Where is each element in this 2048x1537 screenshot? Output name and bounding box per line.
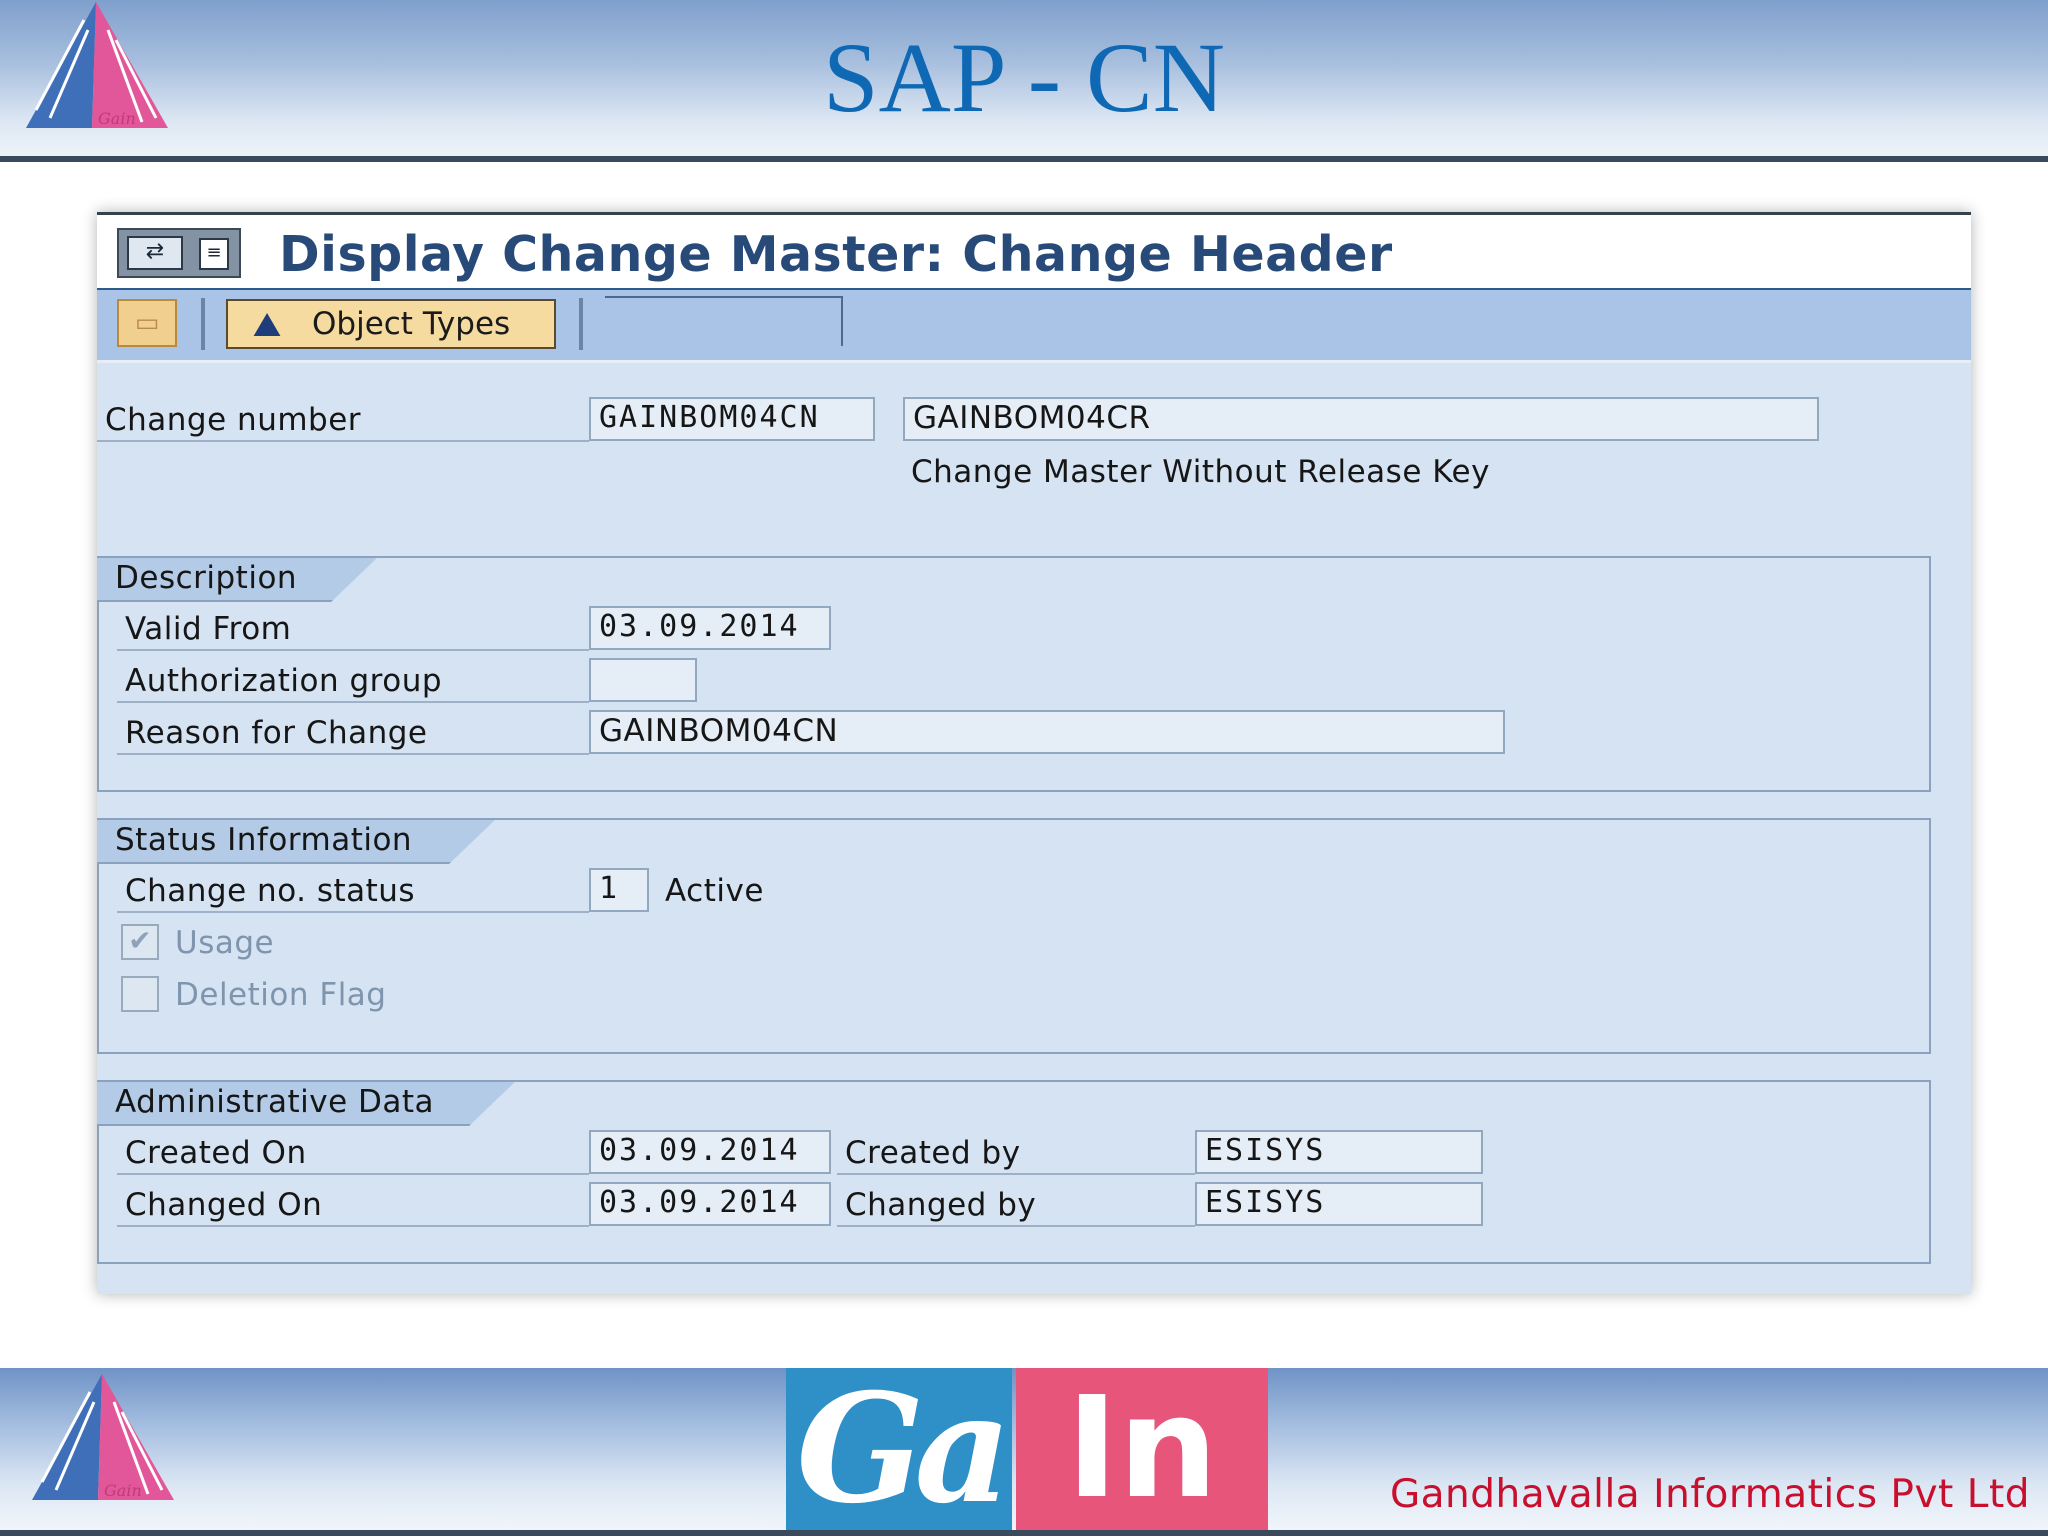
sap-window: ⇄ ≡ Display Change Master: Change Header… <box>97 212 1971 1294</box>
created-by-field[interactable]: ESISYS <box>1195 1130 1483 1174</box>
label-underline <box>117 911 589 913</box>
menu-icon: ⇄ <box>127 236 183 270</box>
changed-by-field[interactable]: ESISYS <box>1195 1182 1483 1226</box>
description-group-tab: Description <box>97 556 379 602</box>
created-by-label: Created by <box>845 1135 1021 1171</box>
status-information-group: Status Information <box>97 818 1931 1054</box>
label-underline <box>837 1225 1195 1227</box>
deletion-flag-label: Deletion Flag <box>175 977 387 1013</box>
label-underline <box>97 440 589 442</box>
label-underline <box>117 701 589 703</box>
header-rule <box>0 156 2048 162</box>
display-object-button[interactable]: ▭ <box>117 299 177 347</box>
hat-icon: ▭ <box>134 308 160 338</box>
description-group-title: Description <box>115 560 298 596</box>
window-title: Display Change Master: Change Header <box>279 226 1393 283</box>
gain-logo-footer: Gain <box>26 1372 178 1504</box>
status-group-title: Status Information <box>115 822 413 858</box>
authorization-group-field[interactable] <box>589 658 697 702</box>
dropdown-menu-icon: ≡ <box>199 238 229 270</box>
change-number-label: Change number <box>105 402 362 438</box>
footer-rule <box>0 1530 2048 1536</box>
changed-on-label: Changed On <box>125 1187 323 1223</box>
change-type-text: Change Master Without Release Key <box>911 454 1490 490</box>
window-titlebar: ⇄ ≡ Display Change Master: Change Header <box>97 212 1971 290</box>
label-underline <box>117 1173 589 1175</box>
usage-label: Usage <box>175 925 275 961</box>
brand-logo-in: In <box>1016 1368 1268 1530</box>
valid-from-label: Valid From <box>125 611 292 647</box>
usage-checkbox[interactable]: ✔ <box>121 924 159 960</box>
label-underline <box>117 753 589 755</box>
status-text: Active <box>665 873 764 909</box>
svg-text:Gain: Gain <box>104 1481 142 1500</box>
brand-logo-ga: Ga <box>786 1368 1012 1530</box>
object-types-label: Object Types <box>312 306 511 342</box>
status-group-tab: Status Information <box>97 818 497 864</box>
deletion-flag-checkbox[interactable] <box>121 976 159 1012</box>
admin-group-tab: Administrative Data <box>97 1080 517 1126</box>
change-no-status-label: Change no. status <box>125 873 416 909</box>
created-on-field[interactable]: 03.09.2014 <box>589 1130 831 1174</box>
object-types-button[interactable]: ⛰ Object Types <box>226 299 556 349</box>
authorization-group-label: Authorization group <box>125 663 443 699</box>
system-menu-button[interactable]: ⇄ ≡ <box>117 228 241 278</box>
change-no-status-field[interactable]: 1 <box>589 868 649 912</box>
label-underline <box>117 1225 589 1227</box>
toolbar-separator <box>579 298 583 350</box>
label-underline <box>117 649 589 651</box>
application-toolbar: ▭ ⛰ Object Types <box>97 290 1971 363</box>
company-name: Gandhavalla Informatics Pvt Ltd <box>1389 1472 2030 1517</box>
reason-for-change-label: Reason for Change <box>125 715 428 751</box>
change-number-field[interactable]: GAINBOM04CN <box>589 397 875 441</box>
valid-from-field[interactable]: 03.09.2014 <box>589 606 831 650</box>
reason-for-change-field[interactable]: GAINBOM04CN <box>589 710 1505 754</box>
toolbar-separator <box>201 298 205 350</box>
created-on-label: Created On <box>125 1135 307 1171</box>
changed-on-field[interactable]: 03.09.2014 <box>589 1182 831 1226</box>
admin-group-title: Administrative Data <box>115 1084 435 1120</box>
changed-by-label: Changed by <box>845 1187 1037 1223</box>
label-underline <box>837 1173 1195 1175</box>
change-description-field[interactable]: GAINBOM04CR <box>903 397 1819 441</box>
slide-title: SAP - CN <box>823 22 1225 133</box>
checkmark-icon: ✔ <box>128 924 152 957</box>
toolbar-empty-area <box>605 296 843 346</box>
person-mountain-icon: ⛰ <box>252 305 282 345</box>
